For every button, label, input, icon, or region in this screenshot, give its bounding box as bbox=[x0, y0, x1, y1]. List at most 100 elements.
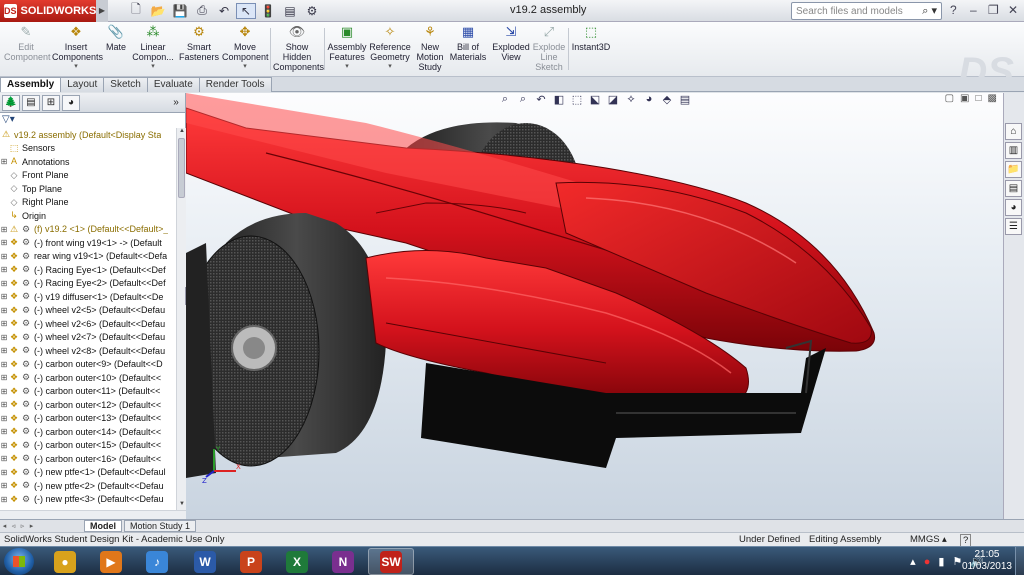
taskbar-app-chrome[interactable]: ● bbox=[42, 548, 88, 575]
print-icon[interactable]: ⎙ bbox=[192, 3, 212, 19]
appearances-icon[interactable]: ◕ bbox=[1005, 199, 1022, 216]
viewport-maximize-icon[interactable]: □ bbox=[976, 93, 982, 104]
show-desktop-button[interactable] bbox=[1015, 547, 1024, 575]
search-input[interactable]: Search files and models ⌕ ▾ bbox=[791, 2, 942, 20]
options-icon[interactable]: ⚙ bbox=[302, 3, 322, 19]
new-motion-study-button[interactable]: ⚘ New Motion Study bbox=[414, 24, 446, 72]
units-selector[interactable]: MMGS bbox=[910, 533, 940, 546]
expand-plus-icon[interactable]: ⊞ bbox=[0, 279, 8, 288]
tab-sketch[interactable]: Sketch bbox=[103, 77, 148, 92]
linear-component-pattern-button[interactable]: ⁂ Linear Compon... ▾ bbox=[131, 24, 175, 72]
section-view-icon[interactable]: ◧ bbox=[552, 93, 566, 109]
tree-node[interactable]: ⊞ ❖ ⚙ (-) new ptfe<3> (Default<<Defau bbox=[0, 493, 176, 507]
tree-horizontal-scrollbar[interactable] bbox=[0, 510, 186, 519]
tab-model[interactable]: Model bbox=[84, 520, 122, 532]
taskbar-app-powerpoint[interactable]: P bbox=[228, 548, 274, 575]
tree-vertical-scrollbar[interactable]: ▲ ▼ bbox=[176, 128, 186, 510]
viewport-close-icon[interactable]: ▩ bbox=[988, 93, 997, 104]
viewport-restore-icon[interactable]: ▢ bbox=[945, 93, 954, 104]
tree-node[interactable]: ⊞ ❖ ⚙ (-) carbon outer<15> (Default<< bbox=[0, 439, 176, 453]
zoom-to-area-icon[interactable]: ⌕ bbox=[516, 93, 530, 109]
expand-plus-icon[interactable]: ⊞ bbox=[0, 360, 8, 369]
dynamic-annotation-icon[interactable]: ⬚ bbox=[570, 93, 584, 109]
start-button[interactable] bbox=[4, 548, 34, 575]
custom-properties-icon[interactable]: ☰ bbox=[1005, 218, 1022, 235]
view-palette-icon[interactable]: ▤ bbox=[1005, 180, 1022, 197]
flag-icon[interactable]: ⚑ bbox=[952, 555, 962, 568]
tab-render-tools[interactable]: Render Tools bbox=[198, 77, 272, 92]
open-folder-icon[interactable]: 📂 bbox=[148, 3, 168, 19]
taskbar-app-word[interactable]: W bbox=[182, 548, 228, 575]
tab-next-icon[interactable]: ▹ bbox=[18, 522, 27, 530]
mate-button[interactable]: 📎 Mate bbox=[103, 24, 129, 52]
expand-plus-icon[interactable]: ⊞ bbox=[0, 495, 8, 504]
tree-node[interactable]: ⊞ ❖ ⚙ (-) Racing Eye<1> (Default<<Def bbox=[0, 263, 176, 277]
tree-node[interactable]: ⊞ ❖ ⚙ (-) carbon outer<9> (Default<<D bbox=[0, 358, 176, 372]
help-icon[interactable]: ? bbox=[950, 3, 957, 17]
tree-node[interactable]: ⊞ ❖ ⚙ (-) wheel v2<5> (Default<<Defau bbox=[0, 304, 176, 318]
display-manager-tab-icon[interactable]: ◕ bbox=[62, 94, 80, 111]
expand-plus-icon[interactable]: ⊞ bbox=[0, 292, 8, 301]
solidworks-menu-button[interactable]: DS SOLIDWORKS bbox=[0, 0, 96, 22]
restore-icon[interactable]: ❐ bbox=[988, 3, 999, 17]
tree-node[interactable]: ◇ Front Plane bbox=[0, 169, 176, 183]
apply-scene-icon[interactable]: ⬘ bbox=[660, 93, 674, 109]
tree-node[interactable]: ⊞ ❖ ⚙ (-) wheel v2<6> (Default<<Defau bbox=[0, 317, 176, 331]
tree-node[interactable]: ⊞ ❖ ⚙ (-) carbon outer<12> (Default<< bbox=[0, 398, 176, 412]
graphics-area[interactable]: ⌕ ⌕ ↶ ◧ ⬚ ⬕ ◪ ⟡ ◕ ⬘ ▤ ▢ ▣ □ ▩ Y X Z bbox=[186, 93, 1003, 519]
previous-view-icon[interactable]: ↶ bbox=[534, 93, 548, 109]
tab-assembly[interactable]: Assembly bbox=[0, 77, 62, 92]
tree-node[interactable]: ⊞ ❖ ⚙ (-) v19 diffuser<1> (Default<<De bbox=[0, 290, 176, 304]
taskbar-app-onenote[interactable]: N bbox=[320, 548, 366, 575]
expand-plus-icon[interactable]: ⊞ bbox=[0, 306, 8, 315]
tab-last-icon[interactable]: ▸ bbox=[27, 522, 36, 530]
tree-node[interactable]: ⊞ ❖ ⚙ (-) carbon outer<13> (Default<< bbox=[0, 412, 176, 426]
tree-node[interactable]: ⊞ ❖ ⚙ (-) new ptfe<2> (Default<<Defau bbox=[0, 479, 176, 493]
undo-icon[interactable]: ↶ bbox=[214, 3, 234, 19]
expand-plus-icon[interactable]: ⊞ bbox=[0, 373, 8, 382]
solidworks-resources-icon[interactable]: ⌂ bbox=[1005, 123, 1022, 140]
assembly-features-button[interactable]: ▣ Assembly Features ▾ bbox=[327, 24, 367, 72]
tree-node[interactable]: ⊞ ❖ ⚙ (-) Racing Eye<2> (Default<<Def bbox=[0, 277, 176, 291]
expand-plus-icon[interactable]: ⊞ bbox=[0, 319, 8, 328]
tab-first-icon[interactable]: ◂ bbox=[0, 522, 9, 530]
expand-plus-icon[interactable]: ⊞ bbox=[0, 481, 8, 490]
tree-node[interactable]: ⊞ A Annotations bbox=[0, 155, 176, 169]
search-icon[interactable]: ⌕ ▾ bbox=[922, 4, 937, 18]
taskbar-app-excel[interactable]: X bbox=[274, 548, 320, 575]
tree-node[interactable]: ⊞ ❖ ⚙ (-) front wing v19<1> -> (Default bbox=[0, 236, 176, 250]
network-icon[interactable]: ▮ bbox=[938, 555, 944, 568]
tree-node[interactable]: ⊞ ❖ ⚙ (-) wheel v2<8> (Default<<Defau bbox=[0, 344, 176, 358]
tree-node[interactable]: ◇ Right Plane bbox=[0, 196, 176, 210]
tree-node[interactable]: ⊞ ❖ ⚙ (-) carbon outer<14> (Default<< bbox=[0, 425, 176, 439]
expand-plus-icon[interactable]: ⊞ bbox=[0, 333, 8, 342]
new-document-icon[interactable]: 🗋 bbox=[126, 2, 146, 19]
tab-prev-icon[interactable]: ◃ bbox=[9, 522, 18, 530]
tree-node[interactable]: ⊞ ❖ ⚙ rear wing v19<1> (Default<<Defa bbox=[0, 250, 176, 264]
hide-show-items-icon[interactable]: ⟡ bbox=[624, 93, 638, 109]
expand-plus-icon[interactable]: ⊞ bbox=[0, 346, 8, 355]
insert-components-button[interactable]: ❖ Insert Components ▾ bbox=[52, 24, 103, 72]
rebuild-icon[interactable]: 🚦 bbox=[258, 3, 278, 19]
menu-expand-arrow-icon[interactable]: ▶ bbox=[96, 0, 108, 22]
save-icon[interactable]: 💾 bbox=[170, 3, 190, 19]
tree-node[interactable]: ⊞ ❖ ⚙ (-) carbon outer<11> (Default<< bbox=[0, 385, 176, 399]
expand-plus-icon[interactable]: ⊞ bbox=[0, 414, 8, 423]
expand-plus-icon[interactable]: ⊞ bbox=[0, 252, 8, 261]
tree-node[interactable]: ⊞ ⚠ ⚙ (f) v19.2 <1> (Default<<Default>_ bbox=[0, 223, 176, 237]
select-pointer-icon[interactable]: ↖ bbox=[236, 2, 256, 19]
configuration-manager-tab-icon[interactable]: ⊞ bbox=[42, 94, 60, 111]
file-properties-icon[interactable]: ▤ bbox=[280, 3, 300, 19]
minimize-icon[interactable]: – bbox=[970, 3, 977, 17]
display-style-icon[interactable]: ◪ bbox=[606, 93, 620, 109]
tree-node[interactable]: ◇ Top Plane bbox=[0, 182, 176, 196]
expand-plus-icon[interactable]: ⊞ bbox=[0, 387, 8, 396]
expand-plus-icon[interactable]: ⊞ bbox=[0, 265, 8, 274]
expand-plus-icon[interactable]: ⊞ bbox=[0, 400, 8, 409]
instant3d-button[interactable]: ⬚ Instant3D bbox=[571, 24, 611, 52]
taskbar-app-itunes[interactable]: ♪ bbox=[134, 548, 180, 575]
tree-filter[interactable]: ▽▾ bbox=[0, 113, 185, 126]
taskbar-app-media-player[interactable]: ▶ bbox=[88, 548, 134, 575]
tray-alert-icon[interactable]: ● bbox=[924, 556, 931, 568]
tab-layout[interactable]: Layout bbox=[60, 77, 105, 92]
